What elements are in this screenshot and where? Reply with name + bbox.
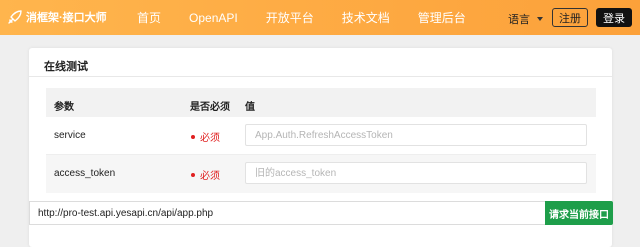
required-label: 必须	[200, 133, 220, 144]
dot-icon	[191, 172, 195, 177]
caret-down-icon	[537, 17, 543, 21]
column-required: 是否必须	[190, 102, 230, 113]
required-badge: 必须	[191, 129, 220, 144]
language-selector[interactable]: 语言	[508, 11, 543, 27]
column-param: 参数	[54, 102, 74, 113]
params-table-header: 参数 是否必须 值	[46, 88, 596, 117]
login-button[interactable]: 登录	[596, 8, 632, 27]
dot-icon	[191, 134, 195, 139]
required-badge: 必须	[191, 167, 220, 182]
panel-title: 在线测试	[44, 61, 88, 73]
nav-admin[interactable]: 管理后台	[418, 9, 466, 26]
panel-divider	[29, 76, 612, 77]
request-url-input[interactable]	[29, 201, 545, 225]
register-button[interactable]: 注册	[552, 8, 588, 27]
table-row: access_token 必须	[46, 155, 596, 193]
column-value: 值	[245, 102, 255, 113]
service-input[interactable]	[245, 124, 587, 146]
request-api-button[interactable]: 请求当前接口	[545, 201, 613, 225]
language-label: 语言	[508, 14, 530, 26]
rocket-icon	[8, 10, 22, 24]
brand-name: 消框架·接口大师	[26, 12, 107, 24]
param-name: service	[54, 130, 86, 141]
required-label: 必须	[200, 171, 220, 182]
main-nav: 首页 OpenAPI 开放平台 技术文档 管理后台	[137, 0, 494, 35]
nav-openapi[interactable]: OpenAPI	[189, 11, 238, 25]
logo[interactable]: 消框架·接口大师	[8, 9, 107, 25]
access-token-input[interactable]	[245, 162, 587, 184]
nav-home[interactable]: 首页	[137, 9, 161, 26]
param-name: access_token	[54, 168, 116, 179]
nav-open-platform[interactable]: 开放平台	[266, 9, 314, 26]
table-row: service 必须	[46, 117, 596, 155]
nav-docs[interactable]: 技术文档	[342, 9, 390, 26]
top-nav-bar: 消框架·接口大师 首页 OpenAPI 开放平台 技术文档 管理后台 语言 注册…	[0, 0, 640, 35]
